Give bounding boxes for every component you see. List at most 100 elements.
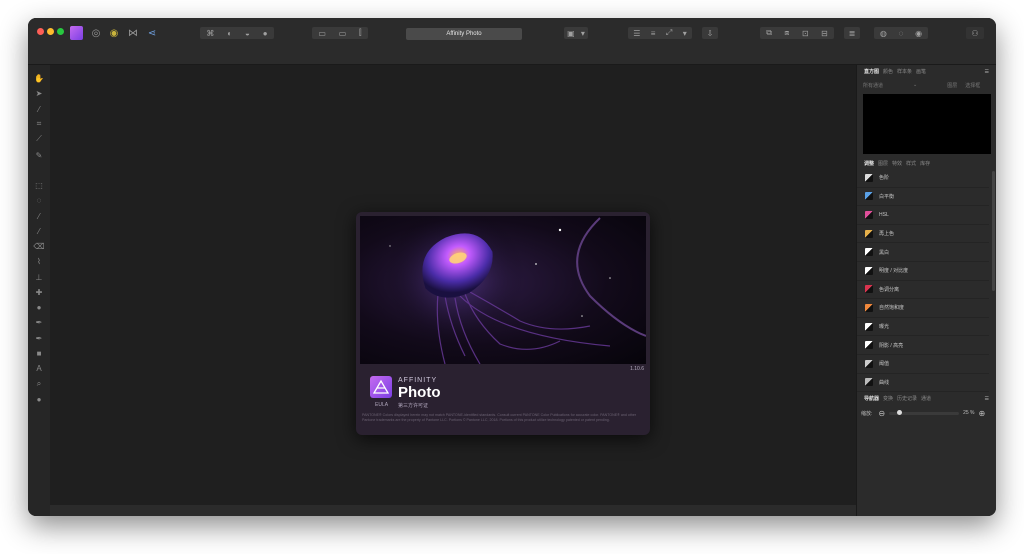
transform-icon[interactable]: ⤢ <box>666 28 672 38</box>
photo-persona-icon[interactable] <box>70 26 83 40</box>
status-bar <box>50 505 856 516</box>
dodge-brush-icon[interactable]: ● <box>32 301 46 313</box>
view-tool-icon[interactable]: ✋ <box>32 72 46 84</box>
export-persona-icon[interactable]: ⋖ <box>146 26 158 40</box>
pixel-tool-icon[interactable]: ⁄ <box>32 225 46 237</box>
select-all-icon[interactable]: ▭ <box>318 29 326 38</box>
zoom-out-icon[interactable]: ⊖ <box>878 409 885 418</box>
tab-channels[interactable]: 通道 <box>921 395 931 402</box>
mask-icon[interactable]: ◒ <box>245 29 250 38</box>
align-icon[interactable]: ≡ <box>651 29 656 38</box>
node-tool-icon[interactable]: ✒ <box>32 332 46 344</box>
crop-tool-icon[interactable]: ⌗ <box>32 118 46 130</box>
adjustment-item[interactable]: 色阶 <box>857 169 989 188</box>
adjustment-item[interactable]: 曝光 <box>857 318 989 337</box>
black-white-icon <box>865 248 873 257</box>
panel-menu-icon[interactable]: ☰ <box>985 396 989 402</box>
color-swatch-icon[interactable]: ● <box>32 393 46 405</box>
adjustment-item[interactable]: 色调分离 <box>857 281 989 300</box>
zoom-slider[interactable] <box>889 409 960 415</box>
group-layer-icon[interactable]: ⧈ <box>784 28 789 38</box>
eula-link[interactable]: EULA <box>375 402 388 408</box>
adjustment-item[interactable]: 阈值 <box>857 355 989 374</box>
adjustment-item[interactable]: 曲线 <box>857 374 989 393</box>
layer-option[interactable]: 图层 <box>947 82 957 89</box>
paint-brush-icon[interactable]: ⁄ <box>32 210 46 222</box>
third-party-licenses-link[interactable]: 第三方许可证 <box>398 402 428 409</box>
exposure-icon <box>865 322 873 331</box>
adjustment-item[interactable]: 明度 / 对比度 <box>857 262 989 281</box>
account-button[interactable]: ⚇ <box>966 27 984 39</box>
subtract-icon[interactable]: ◌ <box>899 29 904 38</box>
tab-history[interactable]: 历史记录 <box>897 395 917 402</box>
adjustment-item[interactable]: 再上色 <box>857 225 989 244</box>
adjustments-list: 色阶 白平衡 HSL 再上色 黑白 明度 / 对比度 色调分离 自然饱和度 曝光 阴影 / 高亮阈… <box>857 169 989 393</box>
flood-fill-icon[interactable]: ⌇ <box>32 255 46 267</box>
clone-tool-icon[interactable]: ⊥ <box>32 271 46 283</box>
invert-selection-icon[interactable]: ⫿ <box>359 28 362 38</box>
move-tool-icon[interactable]: ➤ <box>32 87 46 99</box>
rectangle-tool-icon[interactable]: ■ <box>32 347 46 359</box>
tab-brushes[interactable]: 画笔 <box>916 68 926 75</box>
pin-button[interactable]: ⇩ <box>702 27 718 39</box>
tab-adjustments[interactable]: 调整 <box>864 160 874 167</box>
quick-mask-icon[interactable]: ● <box>263 29 268 38</box>
zoom-tool-icon[interactable]: ⌕ <box>32 378 46 390</box>
canvas-area[interactable]: 1.10.6 AFFINITY Photo EULA 第三方许可证 PANTON… <box>50 65 856 505</box>
tab-layers[interactable]: 图层 <box>878 160 888 167</box>
tab-color[interactable]: 颜色 <box>883 68 893 75</box>
close-window-button[interactable] <box>37 28 44 35</box>
marquee-tool-icon[interactable]: ⬚ <box>32 179 46 191</box>
mask-layer-icon[interactable]: ⊡ <box>802 29 809 38</box>
snapping-dropdown[interactable]: ▣ ▾ <box>564 27 588 39</box>
order-button[interactable]: ≣ <box>844 27 860 39</box>
arrange-icon[interactable]: ☰ <box>633 29 640 38</box>
pen-tool-icon[interactable]: ✒ <box>32 316 46 328</box>
adjustment-item[interactable]: 阴影 / 高亮 <box>857 336 989 355</box>
chevron-down-icon[interactable]: ▾ <box>683 29 687 38</box>
panel-menu-icon[interactable]: ☰ <box>985 69 989 75</box>
tab-styles[interactable]: 样式 <box>906 160 916 167</box>
tab-swatches[interactable]: 样本条 <box>897 68 912 75</box>
delete-layer-icon[interactable]: ⊟ <box>821 29 828 38</box>
assistant-icon[interactable]: ⌘ <box>206 29 214 38</box>
selection-option[interactable]: 选择框 <box>965 82 980 89</box>
healing-brush-icon[interactable]: ✚ <box>32 286 46 298</box>
tab-navigator[interactable]: 导航器 <box>864 395 879 402</box>
adjustment-item[interactable]: 黑白 <box>857 243 989 262</box>
develop-persona-icon[interactable]: ◉ <box>108 26 120 40</box>
tone-mapping-persona-icon[interactable]: ⋈ <box>126 26 140 40</box>
tab-stock[interactable]: 库存 <box>920 160 930 167</box>
selection-tools-group: ▭ ▭ ⫿ <box>312 27 368 39</box>
add-layer-icon[interactable]: ⧉ <box>766 28 772 38</box>
intersect-icon[interactable]: ◉ <box>915 29 922 38</box>
user-icon: ⚇ <box>971 28 979 38</box>
flood-select-icon[interactable]: ✎ <box>32 149 46 161</box>
zoom-value[interactable]: 25 % <box>963 410 974 416</box>
adjustment-item[interactable]: 白平衡 <box>857 188 989 207</box>
adjustments-scrollbar[interactable] <box>992 171 995 291</box>
tab-histogram[interactable]: 直方图 <box>864 68 879 75</box>
deselect-icon[interactable]: ▭ <box>339 29 347 38</box>
contrast-icon[interactable]: ◐ <box>227 29 232 38</box>
tab-transform[interactable]: 变换 <box>883 395 893 402</box>
erase-brush-icon[interactable]: ⌫ <box>32 240 46 252</box>
liquify-persona-icon[interactable]: ◎ <box>90 26 102 40</box>
recolor-icon <box>865 229 873 238</box>
tab-effects[interactable]: 特效 <box>892 160 902 167</box>
add-icon[interactable]: ◍ <box>880 29 887 38</box>
selection-brush-icon[interactable]: ⟋ <box>32 133 46 145</box>
artistic-text-icon[interactable]: A <box>32 362 46 374</box>
color-picker-icon[interactable]: ⁄ <box>32 103 46 115</box>
minimize-window-button[interactable] <box>47 28 54 35</box>
adjustment-item[interactable]: HSL <box>857 206 989 225</box>
zoom-slider-knob[interactable] <box>897 409 903 415</box>
snapping-icon: ▣ <box>567 28 575 38</box>
channel-select[interactable]: 所有通道 <box>863 82 913 89</box>
freehand-select-icon[interactable]: ◌ <box>32 194 46 206</box>
zoom-window-button[interactable] <box>57 28 64 35</box>
adjustment-item[interactable]: 自然饱和度 <box>857 299 989 318</box>
zoom-in-icon[interactable]: ⊕ <box>979 409 986 418</box>
brand-name: AFFINITY <box>398 377 438 384</box>
boolean-operations-group: ◍ ◌ ◉ <box>874 27 928 39</box>
